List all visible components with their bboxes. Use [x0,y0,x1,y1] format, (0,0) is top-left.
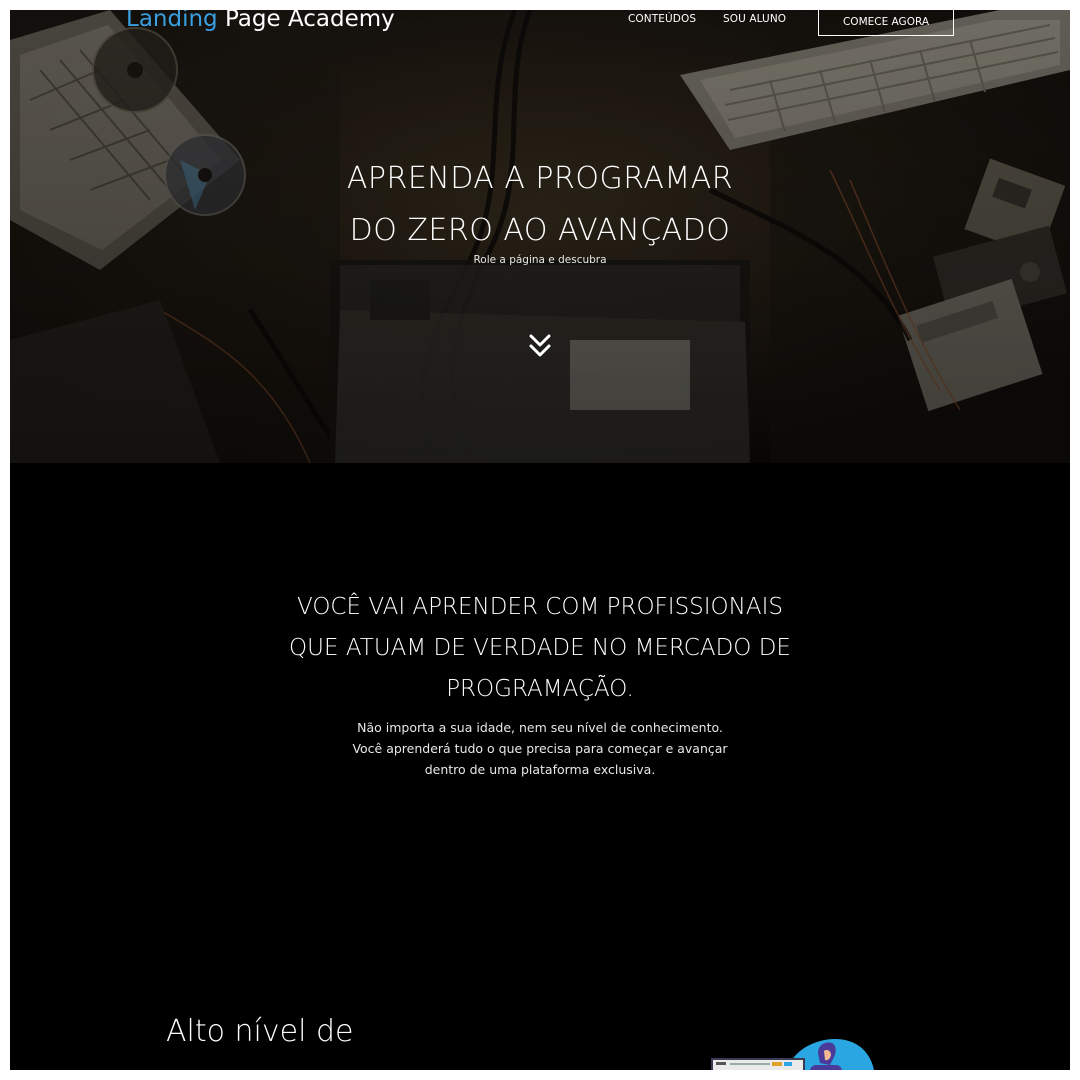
nav-link-contents[interactable]: CONTEÚDOS [628,13,696,25]
start-now-button[interactable]: COMECE AGORA [818,10,954,36]
about-text-line2: Você aprenderá tudo o que precisa para c… [352,741,728,756]
about-description: Não importa a sua idade, nem seu nível d… [10,717,1070,780]
hero-title-line1: APRENDA A PROGRAMAR [346,161,734,196]
logo-main-text: Page Academy [217,10,395,32]
hero-title: APRENDA A PROGRAMAR DO ZERO AO AVANÇADO [10,153,1070,257]
about-title-line3: PROGRAMAÇÃO. [446,676,634,702]
developer-illustration [711,1039,874,1070]
about-text-line3: dentro de uma plataforma exclusiva. [424,762,656,777]
hero-subtitle: Role a página e descubra [473,254,607,266]
about-title-line1: VOCÊ VAI APRENDER COM PROFISSIONAIS [297,594,783,620]
feature-title-cut-glyphs [166,1054,286,1070]
nav-link-student[interactable]: SOU ALUNO [723,13,786,25]
about-text-line1: Não importa a sua idade, nem seu nível d… [357,720,723,735]
scroll-down-icon[interactable] [528,333,552,361]
feature-title: Alto nível de [166,1014,354,1049]
hero-title-line2: DO ZERO AO AVANÇADO [349,213,731,248]
logo[interactable]: Landing Page Academy [126,10,395,32]
about-section: VOCÊ VAI APRENDER COM PROFISSIONAIS QUE … [10,463,1070,1070]
about-title: VOCÊ VAI APRENDER COM PROFISSIONAIS QUE … [10,587,1070,710]
hero-section: Landing Page Academy CONTEÚDOS SOU ALUNO… [10,10,1070,463]
logo-accent-text: Landing [126,10,218,32]
top-navbar: Landing Page Academy CONTEÚDOS SOU ALUNO… [10,10,1070,50]
about-title-line2: QUE ATUAM DE VERDADE NO MERCADO DE [289,635,791,661]
page-frame: Landing Page Academy CONTEÚDOS SOU ALUNO… [10,10,1070,1070]
